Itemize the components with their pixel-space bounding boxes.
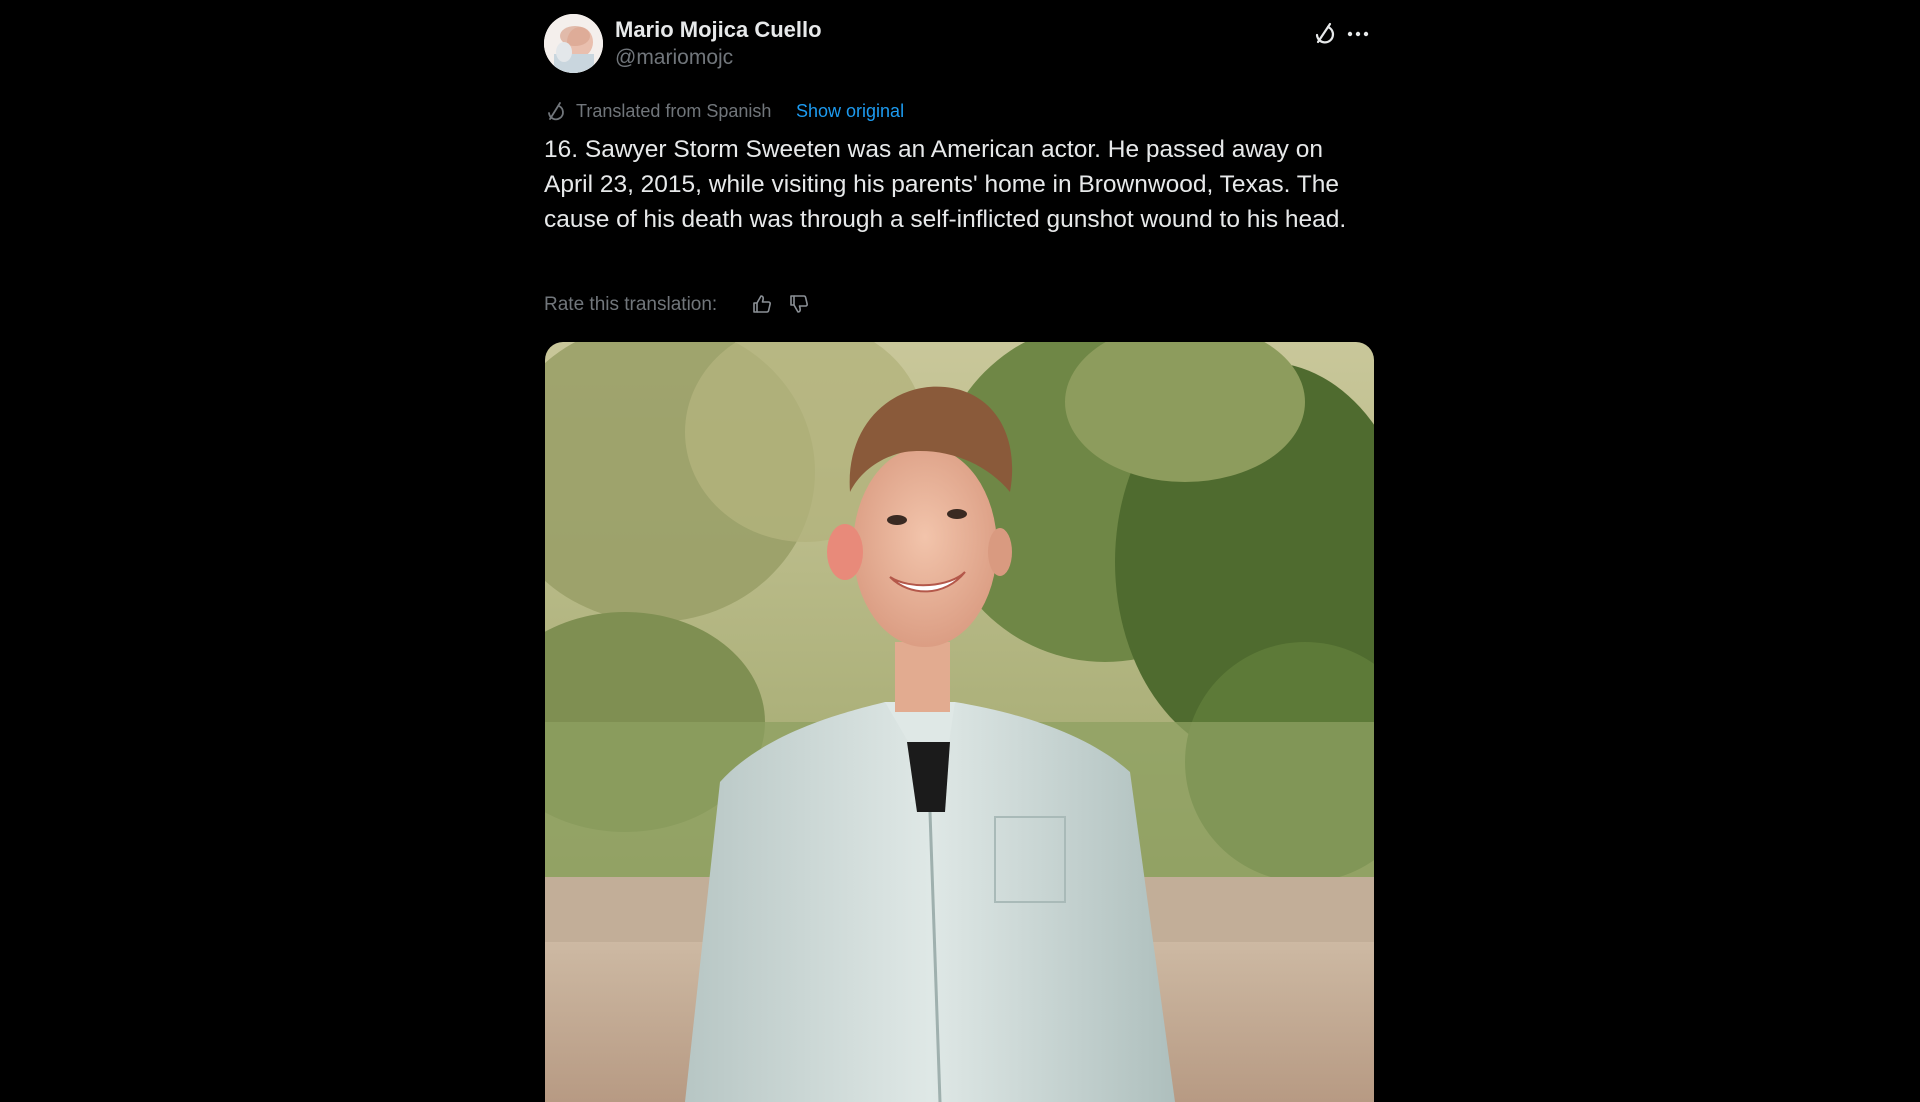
translation-label: Translated from Spanish [576, 101, 772, 121]
tweet-header: Mario Mojica Cuello @mariomojc [544, 14, 1374, 76]
rate-translation-label: Rate this translation: [544, 294, 718, 315]
grok-icon[interactable] [1309, 18, 1339, 48]
tweet-text: 16. Sawyer Storm Sweeten was an American… [544, 136, 1347, 233]
avatar[interactable] [544, 14, 603, 73]
thumbs-down-icon[interactable] [787, 292, 811, 316]
author-handle[interactable]: @mariomojc [615, 46, 733, 70]
tweet: Mario Mojica Cuello @mariomojc Translate [544, 14, 1374, 1102]
portrait-photo [545, 342, 1374, 1102]
show-original-link[interactable]: Show original [796, 101, 904, 122]
more-horizontal-icon[interactable] [1344, 18, 1374, 48]
translate-icon [544, 100, 566, 122]
avatar-image [544, 14, 603, 73]
tweet-photo[interactable] [545, 342, 1374, 1102]
author-name[interactable]: Mario Mojica Cuello [615, 17, 822, 43]
thumbs-up-icon[interactable] [750, 292, 774, 316]
